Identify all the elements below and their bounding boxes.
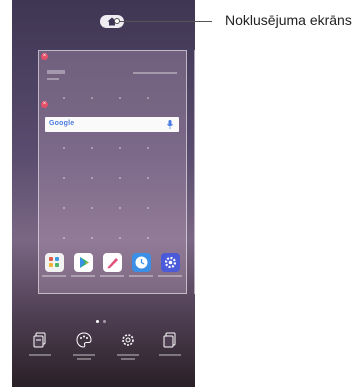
app-label — [42, 275, 66, 277]
google-search-widget[interactable]: Google — [45, 117, 179, 132]
grid-slot — [91, 177, 93, 179]
callout-dot — [114, 18, 120, 24]
app-label — [129, 275, 153, 277]
grid-slot — [91, 97, 93, 99]
grid-slot — [63, 207, 65, 209]
grid-slot — [147, 147, 149, 149]
wallpaper-theme-icon — [76, 332, 92, 348]
grid-slot — [119, 97, 121, 99]
remove-widget-icon[interactable]: × — [41, 101, 48, 108]
home-screen-edit-mode: × × Google — [12, 0, 195, 387]
page-dot-active — [96, 320, 99, 323]
default-screen-callout: Noklusējuma ekrāns — [225, 12, 352, 28]
app-label — [71, 275, 95, 277]
widgets-button[interactable] — [26, 332, 54, 356]
clock-icon[interactable] — [132, 253, 151, 272]
grid-slot — [119, 237, 121, 239]
grid-slot — [147, 97, 149, 99]
settings-gear-icon[interactable] — [161, 253, 180, 272]
home-screen-page-preview[interactable]: × × Google — [38, 50, 187, 294]
edit-mode-toolbar — [12, 332, 195, 372]
weather-widget[interactable] — [47, 68, 177, 82]
grid-slot — [147, 237, 149, 239]
app-trash-button[interactable] — [156, 332, 184, 356]
page-indicator — [94, 310, 108, 328]
grid-slot — [91, 237, 93, 239]
microphone-icon[interactable] — [167, 120, 173, 129]
grid-slot — [91, 147, 93, 149]
grid-slot — [91, 207, 93, 209]
grid-slot — [63, 177, 65, 179]
remove-widget-icon[interactable]: × — [41, 53, 48, 60]
google-logo: Google — [49, 120, 75, 127]
play-store-icon[interactable] — [74, 253, 93, 272]
apps-folder-icon[interactable] — [45, 253, 64, 272]
app-trash-icon — [163, 332, 176, 348]
callout-line — [117, 21, 212, 22]
grid-slot — [63, 237, 65, 239]
app-label — [158, 275, 182, 277]
widgets-icon — [33, 332, 46, 348]
grid-slot — [147, 177, 149, 179]
grid-slot — [119, 147, 121, 149]
wallpaper-theme-button[interactable] — [70, 332, 98, 360]
home-screen-settings-button[interactable] — [114, 332, 142, 360]
grid-slot — [63, 97, 65, 99]
grid-slot — [147, 207, 149, 209]
next-page-preview[interactable] — [194, 50, 195, 294]
page-dot — [103, 320, 106, 323]
grid-slot — [63, 147, 65, 149]
home-screen-settings-icon — [122, 334, 134, 346]
app-label — [100, 275, 124, 277]
notes-pen-icon[interactable] — [103, 253, 122, 272]
grid-slot — [119, 177, 121, 179]
grid-slot — [119, 207, 121, 209]
